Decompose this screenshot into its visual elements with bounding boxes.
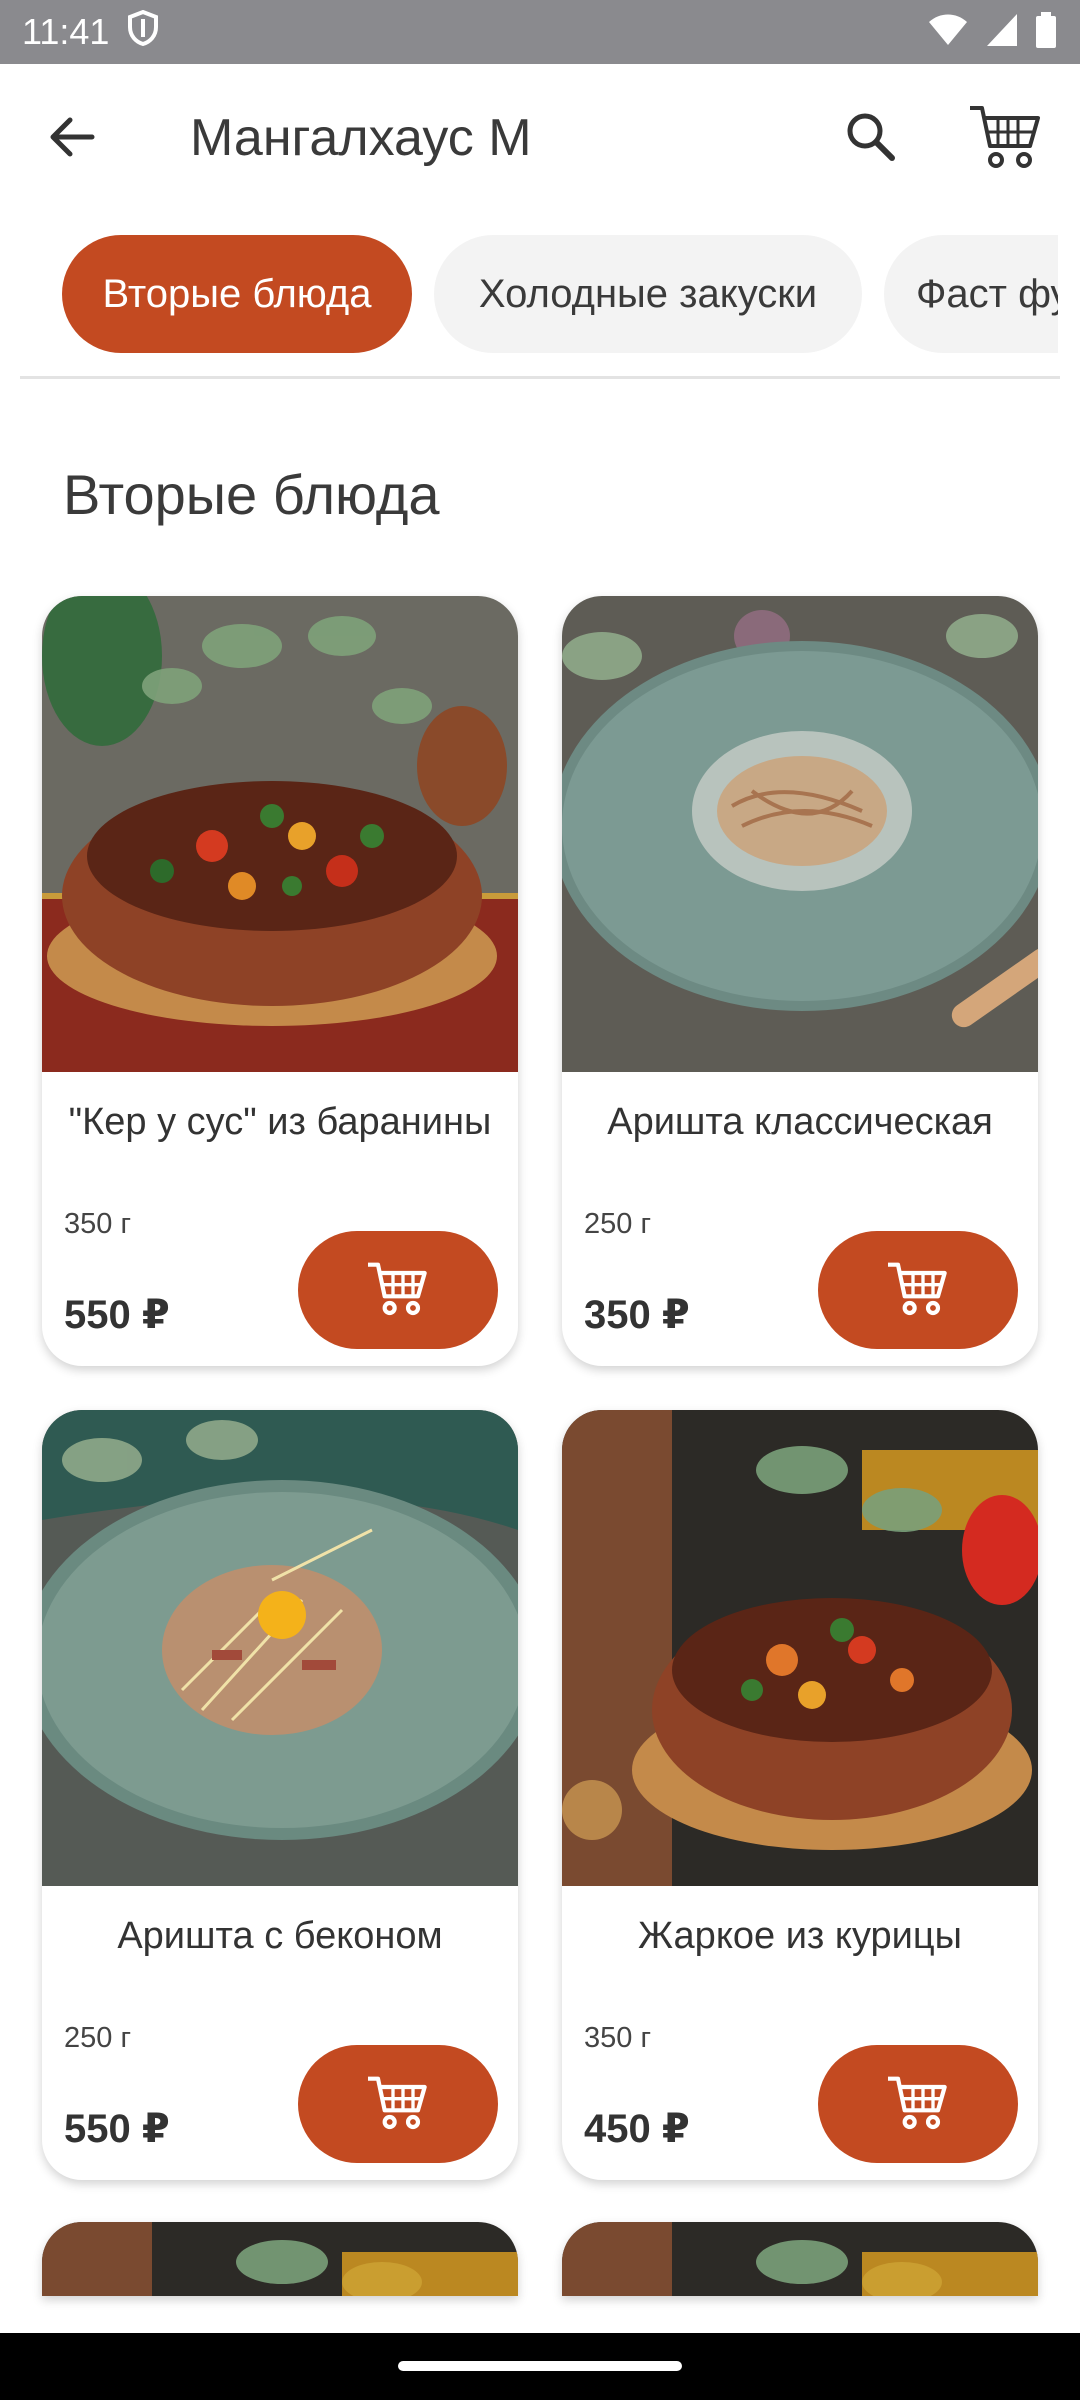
- product-price: 550 ₽: [64, 1293, 170, 1337]
- add-to-cart-button[interactable]: [818, 2045, 1018, 2163]
- cart-icon: [886, 1258, 950, 1323]
- tab-vtorye-blyuda[interactable]: Вторые блюда: [62, 235, 412, 353]
- search-button[interactable]: [838, 104, 904, 170]
- back-button[interactable]: [40, 104, 106, 170]
- cart-icon: [366, 1258, 430, 1323]
- product-weight: 350 г: [584, 2022, 652, 2054]
- tab-fast-food[interactable]: Фаст фу: [884, 235, 1058, 353]
- product-price: 450 ₽: [584, 2107, 690, 2151]
- tabs-divider: [20, 376, 1060, 379]
- product-weight: 350 г: [64, 1208, 132, 1240]
- product-name: "Кер у сус" из баранины: [68, 1101, 492, 1143]
- product-image: [42, 1410, 518, 1886]
- product-card[interactable]: [562, 2222, 1038, 2296]
- product-price: 550 ₽: [64, 2107, 170, 2151]
- product-card[interactable]: Аришта с беконом 250 г 550 ₽: [42, 1410, 518, 2180]
- product-card[interactable]: Аришта классическая 250 г 350 ₽: [562, 596, 1038, 1366]
- cart-icon: [886, 2072, 950, 2137]
- wifi-icon: [928, 13, 968, 52]
- product-weight: 250 г: [64, 2022, 132, 2054]
- back-arrow-icon: [40, 117, 106, 174]
- battery-icon: [1036, 11, 1056, 53]
- system-navigation-bar: [0, 2333, 1080, 2400]
- status-bar: 11:41: [0, 0, 1080, 64]
- cart-icon: [968, 106, 1044, 176]
- section-title: Вторые блюда: [63, 463, 440, 526]
- signal-icon: [986, 13, 1018, 52]
- search-icon: [838, 113, 904, 174]
- product-card[interactable]: "Кер у сус" из баранины 350 г 550 ₽: [42, 596, 518, 1366]
- product-name: Жаркое из курицы: [638, 1915, 962, 1957]
- category-tabs: Вторые блюда Холодные закуски Фаст фу: [0, 232, 1058, 356]
- status-time: 11:41: [22, 11, 110, 52]
- home-gesture-handle[interactable]: [398, 2361, 682, 2371]
- product-image: [42, 596, 518, 1072]
- add-to-cart-button[interactable]: [298, 1231, 498, 1349]
- product-image: [562, 596, 1038, 1072]
- product-price: 350 ₽: [584, 1293, 690, 1337]
- product-name: Аришта классическая: [607, 1101, 993, 1143]
- tab-holodnye-zakuski[interactable]: Холодные закуски: [434, 235, 862, 353]
- page-title: Мангалхаус М: [190, 109, 532, 167]
- product-image: [562, 2222, 1038, 2296]
- add-to-cart-button[interactable]: [818, 1231, 1018, 1349]
- product-name: Аришта с беконом: [117, 1915, 443, 1957]
- product-image: [42, 2222, 518, 2296]
- product-weight: 250 г: [584, 1208, 652, 1240]
- cart-icon: [366, 2072, 430, 2137]
- cart-button[interactable]: [968, 100, 1044, 172]
- shield-icon: [127, 9, 159, 55]
- product-image: [562, 1410, 1038, 1886]
- app-bar: Мангалхаус М: [0, 64, 1080, 210]
- add-to-cart-button[interactable]: [298, 2045, 498, 2163]
- product-card[interactable]: [42, 2222, 518, 2296]
- product-card[interactable]: Жаркое из курицы 350 г 450 ₽: [562, 1410, 1038, 2180]
